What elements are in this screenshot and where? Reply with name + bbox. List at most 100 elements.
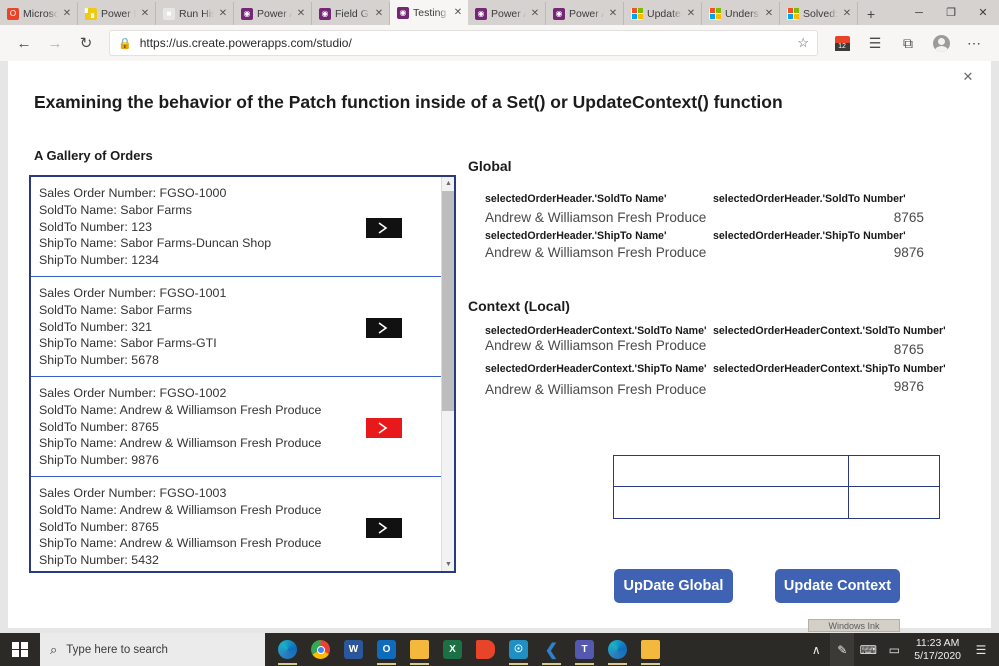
- outlook-icon[interactable]: O: [370, 633, 403, 666]
- field-label: Sales Order Number:: [39, 386, 157, 400]
- touch-keyboard-icon[interactable]: ⌨: [856, 633, 880, 666]
- refresh-button[interactable]: ↻: [72, 29, 100, 57]
- context-shipto-name-label: selectedOrderHeaderContext.'ShipTo Name': [485, 363, 707, 375]
- empty-input-table: [613, 455, 940, 519]
- tab-label: Run Histo: [179, 7, 214, 20]
- gallery-item-0[interactable]: Sales Order Number: FGSO-1000 SoldTo Nam…: [31, 177, 454, 277]
- update-global-button[interactable]: UpDate Global: [614, 569, 733, 603]
- tab-close-icon[interactable]: ✕: [608, 8, 618, 19]
- browser-tab-4[interactable]: ◉ Field Gen ✕: [312, 2, 390, 25]
- profile-avatar-icon[interactable]: [926, 29, 956, 57]
- back-button[interactable]: ←: [10, 29, 38, 57]
- powerapps-icon: ◉: [475, 7, 487, 20]
- field-label: ShipTo Name:: [39, 536, 117, 551]
- close-icon[interactable]: ✕: [959, 68, 977, 86]
- field-label: ShipTo Number:: [39, 253, 128, 268]
- scroll-up-icon[interactable]: ▲: [442, 177, 454, 190]
- taskbar-clock[interactable]: 11:23 AM 5/17/2020: [908, 637, 967, 663]
- url-bar[interactable]: 🔒 https://us.create.powerapps.com/studio…: [109, 30, 818, 56]
- tab-close-icon[interactable]: ✕: [296, 8, 306, 19]
- notifications-icon[interactable]: ☰: [969, 633, 993, 666]
- browser-tab-8[interactable]: UpdateCo ✕: [624, 2, 702, 25]
- gallery-scrollbar[interactable]: ▲ ▼: [441, 177, 454, 571]
- start-button[interactable]: [0, 633, 40, 666]
- field-label: ShipTo Name:: [39, 436, 117, 451]
- ink-workspace-icon[interactable]: ✎: [830, 633, 855, 666]
- edge-icon[interactable]: [601, 633, 634, 666]
- favorites-icon[interactable]: ☰: [860, 29, 890, 57]
- global-soldto-number-label: selectedOrderHeader.'SoldTo Number': [713, 193, 906, 205]
- field-label: SoldTo Name:: [39, 502, 117, 517]
- tab-close-icon[interactable]: ✕: [764, 8, 774, 19]
- browser-tab-6[interactable]: ◉ Power Ap ✕: [468, 2, 546, 25]
- chevron-right-icon-selected[interactable]: [366, 418, 402, 438]
- tray-chevron-icon[interactable]: ∧: [804, 633, 828, 666]
- new-tab-button[interactable]: +: [858, 2, 884, 25]
- url-text: https://us.create.powerapps.com/studio/: [139, 36, 352, 50]
- global-shipto-number-label: selectedOrderHeader.'ShipTo Number': [713, 230, 906, 242]
- context-shipto-number-label: selectedOrderHeaderContext.'ShipTo Numbe…: [713, 363, 946, 375]
- snip-sketch-icon[interactable]: [634, 633, 667, 666]
- tab-close-icon[interactable]: ✕: [218, 8, 228, 19]
- tab-close-icon[interactable]: ✕: [842, 8, 852, 19]
- table-cell-row1-right[interactable]: [848, 486, 940, 519]
- gallery-item-1[interactable]: Sales Order Number: FGSO-1001 SoldTo Nam…: [31, 277, 454, 377]
- gallery-item-3[interactable]: Sales Order Number: FGSO-1003 SoldTo Nam…: [31, 477, 454, 571]
- teams-web-icon[interactable]: ☉: [502, 633, 535, 666]
- tab-close-icon[interactable]: ✕: [140, 8, 150, 19]
- edge-legacy-icon[interactable]: [271, 633, 304, 666]
- excel-icon[interactable]: X: [436, 633, 469, 666]
- table-cell-row0-left[interactable]: [613, 455, 850, 488]
- browser-tab-5-active[interactable]: ◉ Testing G ✕: [390, 0, 468, 25]
- vscode-icon[interactable]: ❮: [535, 633, 568, 666]
- browser-tab-1[interactable]: ▘▖ Power BI ✕: [78, 2, 156, 25]
- chevron-right-icon[interactable]: [366, 518, 402, 538]
- tab-close-icon[interactable]: ✕: [374, 8, 384, 19]
- browser-tab-3[interactable]: ◉ Power Ap ✕: [234, 2, 312, 25]
- field-label: Sales Order Number:: [39, 286, 157, 300]
- tab-close-icon[interactable]: ✕: [453, 7, 463, 18]
- browser-tab-10[interactable]: Solved: R ✕: [780, 2, 858, 25]
- tab-label: Field Gen: [335, 7, 370, 20]
- field-value: 8765: [131, 519, 159, 534]
- calendar-extension-icon[interactable]: 12: [827, 29, 857, 57]
- ink-workspace-tooltip: Windows Ink Workspace: [808, 619, 900, 643]
- microsoft-icon: [787, 7, 799, 20]
- collections-icon[interactable]: ⧉: [893, 29, 923, 57]
- tab-close-icon[interactable]: ✕: [686, 8, 696, 19]
- tab-close-icon[interactable]: ✕: [530, 8, 540, 19]
- table-cell-row1-left[interactable]: [613, 486, 850, 519]
- settings-more-icon[interactable]: ⋯: [959, 29, 989, 57]
- global-heading: Global: [468, 158, 512, 174]
- scroll-down-icon[interactable]: ▼: [442, 558, 454, 571]
- browser-tab-9[interactable]: Understa ✕: [702, 2, 780, 25]
- tab-close-icon[interactable]: ✕: [62, 8, 72, 19]
- taskbar-search-input[interactable]: ⌕ Type here to search: [40, 633, 265, 666]
- favorite-star-icon[interactable]: ☆: [797, 35, 809, 51]
- minimize-button[interactable]: ─: [903, 0, 935, 25]
- update-context-button[interactable]: Update Context: [775, 569, 900, 603]
- browser-tab-7[interactable]: ◉ Power Ap ✕: [546, 2, 624, 25]
- file-explorer-icon[interactable]: [403, 633, 436, 666]
- office-icon[interactable]: [469, 633, 502, 666]
- chevron-right-icon[interactable]: [366, 218, 402, 238]
- touchpad-icon[interactable]: ▭: [882, 633, 906, 666]
- teams-icon[interactable]: T: [568, 633, 601, 666]
- tab-label: Microsoft: [23, 7, 58, 20]
- browser-tab-0[interactable]: O Microsoft ✕: [0, 2, 78, 25]
- table-cell-row0-right[interactable]: [848, 455, 940, 488]
- scrollbar-thumb[interactable]: [442, 191, 454, 411]
- chrome-icon[interactable]: [304, 633, 337, 666]
- maximize-button[interactable]: ❐: [935, 0, 967, 25]
- forward-button[interactable]: →: [41, 29, 69, 57]
- tab-label: Understa: [725, 7, 760, 20]
- gallery-item-shipto-number: ShipTo Number: 9876: [39, 452, 454, 469]
- browser-tab-2[interactable]: ■ Run Histo ✕: [156, 2, 234, 25]
- orders-gallery[interactable]: Sales Order Number: FGSO-1000 SoldTo Nam…: [29, 175, 456, 573]
- word-icon[interactable]: W: [337, 633, 370, 666]
- window-close-button[interactable]: ✕: [967, 0, 999, 25]
- chevron-right-icon[interactable]: [366, 318, 402, 338]
- gallery-item-2-selected[interactable]: Sales Order Number: FGSO-1002 SoldTo Nam…: [31, 377, 454, 477]
- field-value: Andrew & Williamson Fresh Produce: [119, 402, 322, 417]
- powerapps-icon: ◉: [553, 7, 565, 20]
